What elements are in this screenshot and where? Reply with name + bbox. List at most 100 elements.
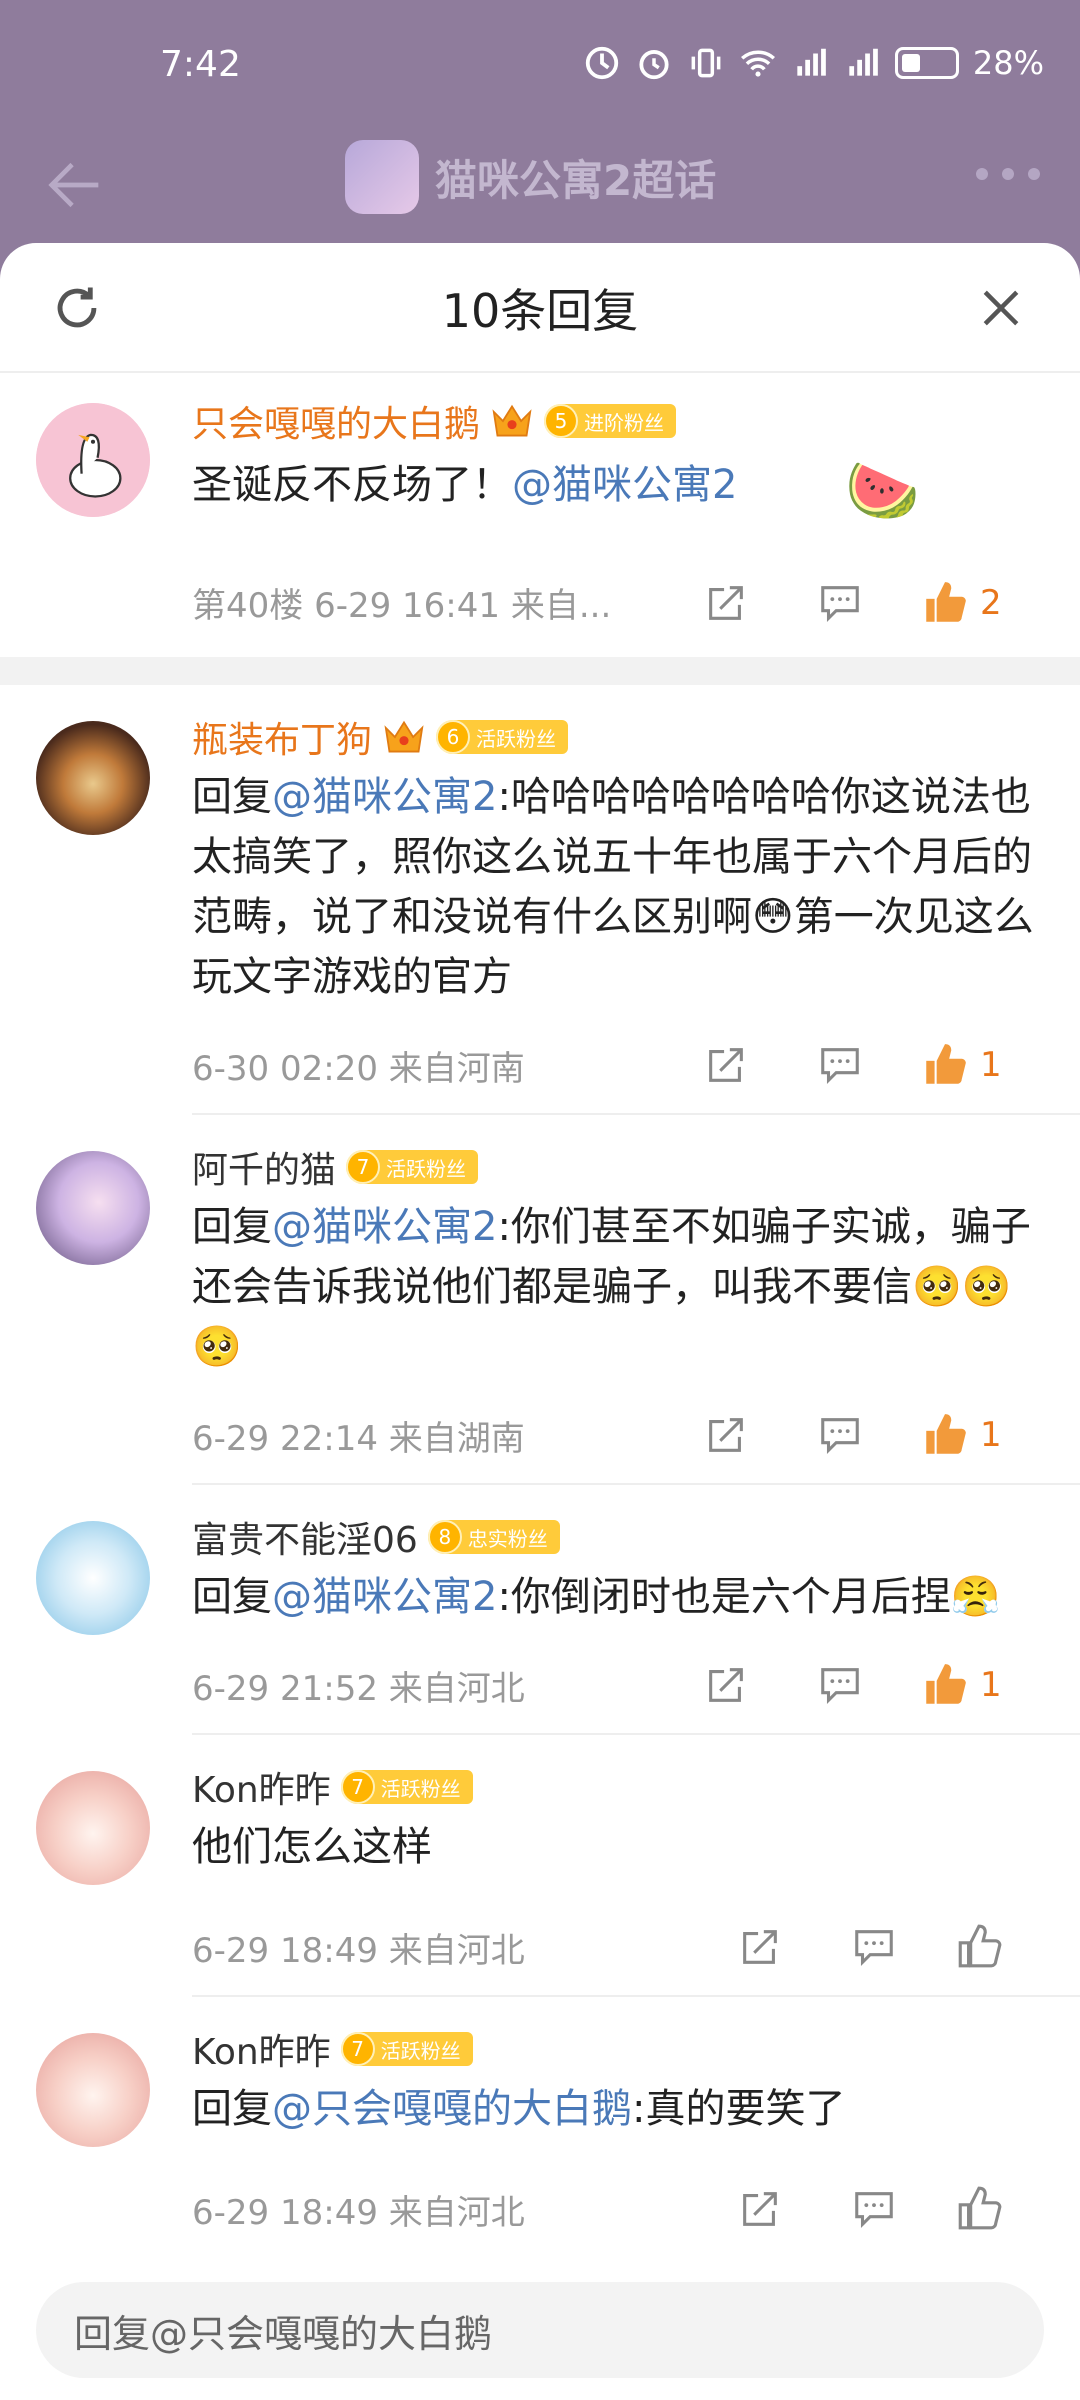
like-count: 1 <box>980 1415 1002 1455</box>
fan-level: 6 <box>436 720 471 754</box>
thumbs-up-icon <box>926 1664 966 1704</box>
comment-icon[interactable] <box>844 2179 904 2239</box>
like-button[interactable]: 2 <box>920 578 1004 628</box>
comment-text: 回复@猫咪公寓2:你们甚至不如骗子实诚，骗子还会告诉我说他们都是骗子，叫我不要信… <box>192 1197 1040 1377</box>
comment-actions: 2 <box>696 573 1004 633</box>
like-count: 1 <box>980 1045 1002 1085</box>
comment-actions: 1 <box>696 1655 1004 1715</box>
repost-icon[interactable] <box>730 1917 790 1977</box>
goose-avatar-icon <box>36 403 150 517</box>
comment-actions: 1 <box>696 1405 1004 1465</box>
comment-meta: 6-29 18:49 来自河北 <box>192 2192 525 2233</box>
name-row: 只会嘎嘎的大白鹅 5 进阶粉丝 <box>192 391 1040 451</box>
username[interactable]: 阿千的猫 <box>192 1141 336 1193</box>
mention-link[interactable]: @猫咪公寓2 <box>512 462 737 508</box>
fan-label: 活跃粉丝 <box>380 1776 461 1801</box>
thumbs-up-icon <box>926 582 966 622</box>
comment-icon[interactable] <box>810 1035 870 1095</box>
fan-badge: 7 活跃粉丝 <box>340 2032 473 2066</box>
avatar[interactable] <box>36 403 150 517</box>
back-arrow-icon[interactable] <box>40 150 110 220</box>
mention-link[interactable]: @猫咪公寓2 <box>272 1574 497 1620</box>
mention-link[interactable]: @猫咪公寓2 <box>272 774 497 820</box>
data-saver-icon <box>585 46 619 80</box>
fan-badge: 7 活跃粉丝 <box>346 1150 479 1184</box>
status-bar: 7:42 28% <box>0 0 1080 130</box>
section-gap <box>0 657 1080 685</box>
reply-comment: Kon昨昨 7 活跃粉丝 回复@只会嘎嘎的大白鹅:真的要笑了 6-29 18:49… <box>0 1997 1080 2257</box>
fan-label: 进阶粉丝 <box>584 410 665 435</box>
name-row: 瓶装布丁狗 6 活跃粉丝 <box>192 707 1040 767</box>
signal-3g-icon <box>797 48 826 76</box>
comment-icon[interactable] <box>844 1917 904 1977</box>
comment-meta: 6-29 22:14 来自湖南 <box>192 1418 525 1459</box>
comment-text: 回复@猫咪公寓2:你倒闭时也是六个月后捏😤 <box>192 1567 1040 1627</box>
comment-text: 回复@只会嘎嘎的大白鹅:真的要笑了 <box>192 2079 1040 2139</box>
avatar[interactable] <box>36 1771 150 1885</box>
meta-row: 6-29 22:14 来自湖南 1 <box>192 1387 1040 1483</box>
fan-badge: 6 活跃粉丝 <box>436 720 569 754</box>
like-button[interactable] <box>954 1922 1004 1972</box>
avatar[interactable] <box>36 2033 150 2147</box>
fan-level: 7 <box>340 1770 375 1804</box>
comment-meta: 6-29 21:52 来自河北 <box>192 1668 525 1709</box>
comment-meta: 6-30 02:20 来自河南 <box>192 1048 525 1089</box>
repost-icon[interactable] <box>696 1035 756 1095</box>
comment-actions <box>730 2179 1004 2239</box>
sheet-title: 10条回复 <box>441 284 639 338</box>
vip-crown-icon <box>492 404 532 437</box>
avatar[interactable] <box>36 1151 150 1265</box>
comment-icon[interactable] <box>810 573 870 633</box>
status-icons: 28% <box>583 44 1044 82</box>
mention-link[interactable]: @只会嘎嘎的大白鹅 <box>272 2086 632 2132</box>
fan-level: 5 <box>544 404 579 438</box>
fan-level: 7 <box>346 1150 381 1184</box>
reply-comment: 瓶装布丁狗 6 活跃粉丝 回复@猫咪公寓2:哈哈哈哈哈哈哈哈你这说法也太搞笑了，照… <box>0 685 1080 1113</box>
comment-meta: 6-29 18:49 来自河北 <box>192 1930 525 1971</box>
reply-prefix: 回复 <box>192 2086 272 2132</box>
comment-icon[interactable] <box>810 1655 870 1715</box>
comment-icon[interactable] <box>810 1405 870 1465</box>
name-row: 阿千的猫 7 活跃粉丝 <box>192 1137 1040 1197</box>
battery-percent: 28% <box>972 44 1044 82</box>
like-button[interactable]: 1 <box>920 1410 1004 1460</box>
username[interactable]: 富贵不能淫06 <box>192 1511 418 1563</box>
comment-body: 他们怎么这样 <box>192 1824 432 1870</box>
repost-icon[interactable] <box>696 1405 756 1465</box>
like-button[interactable] <box>954 2184 1004 2234</box>
reply-comment: 富贵不能淫06 8 忠实粉丝 回复@猫咪公寓2:你倒闭时也是六个月后捏😤 6-29… <box>0 1485 1080 1733</box>
username[interactable]: Kon昨昨 <box>192 2023 331 2075</box>
fan-badge: 7 活跃粉丝 <box>340 1770 473 1804</box>
like-count: 2 <box>980 583 1002 623</box>
fan-label: 活跃粉丝 <box>476 726 557 751</box>
thumbs-up-icon <box>926 1414 966 1454</box>
close-icon[interactable] <box>974 281 1028 335</box>
repost-icon[interactable] <box>696 573 756 633</box>
fan-level: 8 <box>427 1520 462 1554</box>
reply-prefix: 回复 <box>192 1574 272 1620</box>
repost-icon[interactable] <box>696 1655 756 1715</box>
reply-comment: Kon昨昨 7 活跃粉丝 他们怎么这样 6-29 18:49 来自河北 <box>0 1735 1080 1995</box>
avatar[interactable] <box>36 1521 150 1635</box>
avatar[interactable] <box>36 721 150 835</box>
like-button[interactable]: 1 <box>920 1040 1004 1090</box>
reply-prefix: 回复 <box>192 1204 272 1250</box>
more-icon[interactable] <box>976 168 1040 180</box>
username[interactable]: Kon昨昨 <box>192 1761 331 1813</box>
username[interactable]: 只会嘎嘎的大白鹅 <box>192 395 480 447</box>
replies-sheet: 10条回复 只会嘎嘎的大白鹅 5 进阶粉丝 圣诞反不反场了！@猫咪公寓2 🍉 第4… <box>0 243 1080 2400</box>
comment-actions <box>730 1917 1004 1977</box>
mention-link[interactable]: @猫咪公寓2 <box>272 1204 497 1250</box>
like-button[interactable]: 1 <box>920 1660 1004 1710</box>
repost-icon[interactable] <box>730 2179 790 2239</box>
reply-input[interactable]: 回复@只会嘎嘎的大白鹅 <box>36 2282 1044 2378</box>
name-row: 富贵不能淫06 8 忠实粉丝 <box>192 1507 1040 1567</box>
fan-label: 活跃粉丝 <box>386 1156 467 1181</box>
comment-meta: 第40楼 6-29 16:41 来自... <box>192 585 612 626</box>
comment-body: :你倒闭时也是六个月后捏😤 <box>497 1574 1001 1620</box>
root-comment: 只会嘎嘎的大白鹅 5 进阶粉丝 圣诞反不反场了！@猫咪公寓2 🍉 第40楼 6-2… <box>0 373 1080 647</box>
meta-row: 6-29 18:49 来自河北 <box>192 2161 1040 2257</box>
comment-body: 圣诞反不反场了！ <box>192 462 512 508</box>
thumbs-up-icon <box>926 1044 966 1084</box>
username[interactable]: 瓶装布丁狗 <box>192 711 372 763</box>
